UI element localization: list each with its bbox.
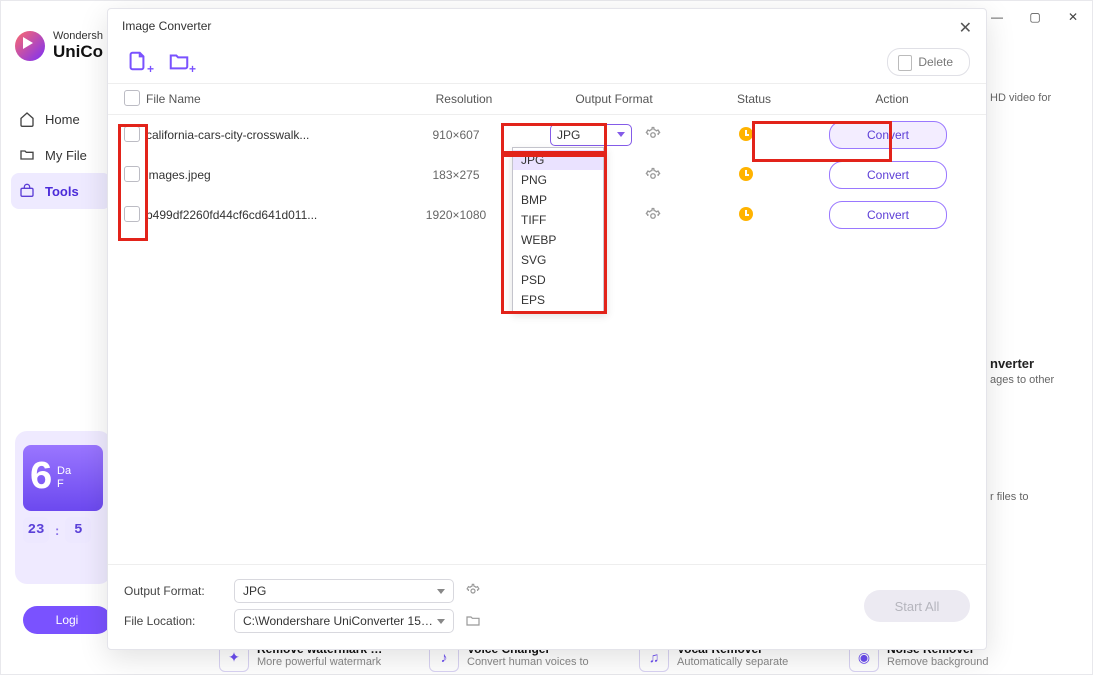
add-folder-icon[interactable]: + [166,50,194,74]
status-cell [686,127,806,144]
promo-sub1: Da [57,465,71,477]
right-panel-2[interactable]: nverter ages to other [990,356,1082,386]
promo-sub2: F [57,478,64,490]
modal-footer: Output Format: JPG File Location: C:\Won… [108,564,986,649]
footer-output-settings-icon[interactable] [464,582,482,600]
dd-option-jpg[interactable]: JPG [513,150,603,170]
footer-location-select[interactable]: C:\Wondershare UniConverter 15\Im [234,609,454,633]
dd-option-bmp[interactable]: BMP [513,190,603,210]
folder-icon [19,147,35,163]
action-cell: Convert [806,121,970,149]
sidebar-item-my-files[interactable]: My File [11,137,111,173]
status-cell [686,207,806,224]
dd-option-png[interactable]: PNG [513,170,603,190]
select-all-checkbox[interactable] [124,90,140,106]
row-checkbox[interactable] [124,166,140,182]
brand-text: Wondersh UniCo [53,31,103,60]
right-panel-1[interactable]: HD video for [990,92,1082,104]
file-resolution: 1920×1080 [386,208,526,222]
file-name: images.jpeg [146,168,386,182]
open-folder-icon[interactable] [464,612,482,630]
col-status: Status [694,92,814,106]
maximize-button[interactable]: ▢ [1028,10,1042,24]
delete-button[interactable]: Delete [887,48,970,76]
brand-line2: UniCo [53,43,103,61]
pending-icon [739,127,753,141]
close-window-button[interactable]: ✕ [1066,10,1080,24]
right-panels: HD video for nverter ages to other r fil… [990,89,1082,525]
file-resolution: 183×275 [386,168,526,182]
dd-option-psd[interactable]: PSD [513,270,603,290]
modal-titlebar: Image Converter ✕ [108,9,986,41]
pending-icon [739,207,753,221]
pending-icon [739,167,753,181]
promo-t2: 5 [65,517,91,543]
login-button[interactable]: Logi [23,606,111,634]
dd-option-webp[interactable]: WEBP [513,230,603,250]
modal-title: Image Converter [122,19,211,33]
add-file-icon[interactable]: + [124,50,152,74]
sidebar-item-home[interactable]: Home [11,101,111,137]
delete-label: Delete [918,55,953,69]
dd-option-svg[interactable]: SVG [513,250,603,270]
convert-button[interactable]: Convert [829,121,947,149]
action-cell: Convert [806,201,970,229]
brand-logo-icon [15,31,45,61]
dd-option-tiff[interactable]: TIFF [513,210,603,230]
sidebar: Home My File Tools [11,101,111,209]
footer-output-select[interactable]: JPG [234,579,454,603]
status-cell [686,167,806,184]
format-dropdown[interactable]: JPG PNG BMP TIFF WEBP SVG PSD EPS [512,147,607,313]
footer-output-label: Output Format: [124,584,224,598]
row-checkbox[interactable] [124,126,140,142]
col-action: Action [814,92,970,106]
minimize-button[interactable]: — [990,10,1004,24]
sidebar-item-label: My File [45,148,87,163]
col-resolution: Resolution [394,92,534,106]
sidebar-item-label: Tools [45,184,79,199]
row-checkbox[interactable] [124,206,140,222]
dd-option-eps[interactable]: EPS [513,290,603,310]
home-icon [19,111,35,127]
format-select[interactable]: JPG [550,124,632,146]
settings-icon[interactable] [644,207,662,225]
close-icon[interactable]: ✕ [959,18,972,38]
table-header: File Name Resolution Output Format Statu… [108,84,986,115]
action-cell: Convert [806,161,970,189]
brand: Wondersh UniCo [15,31,103,61]
image-converter-modal: Image Converter ✕ + + Delete File Name R… [107,8,987,650]
settings-icon[interactable] [644,126,662,144]
toolbox-icon [19,183,35,199]
promo-counter: 6 Da F [23,445,103,511]
sidebar-item-label: Home [45,112,80,127]
col-output: Output Format [534,92,694,106]
promo-panel: 6 Da F 23 : 5 [15,431,111,584]
sidebar-item-tools[interactable]: Tools [11,173,111,209]
file-name: california-cars-city-crosswalk... [146,128,386,142]
file-name: b499df2260fd44cf6cd641d011... [146,208,386,222]
promo-timer: 23 : 5 [23,517,103,543]
table-body: california-cars-city-crosswalk... 910×60… [108,115,986,564]
convert-button[interactable]: Convert [829,161,947,189]
file-resolution: 910×607 [386,128,526,142]
settings-icon[interactable] [644,167,662,185]
convert-button[interactable]: Convert [829,201,947,229]
right-panel-3[interactable]: r files to [990,491,1082,503]
footer-location-label: File Location: [124,614,224,628]
output-cell: JPG [526,124,686,146]
modal-toolbar: + + Delete [108,41,986,84]
promo-t1: 23 [23,517,49,543]
start-all-button[interactable]: Start All [864,590,970,622]
promo-days: 6 [29,456,53,501]
col-filename: File Name [146,92,394,106]
